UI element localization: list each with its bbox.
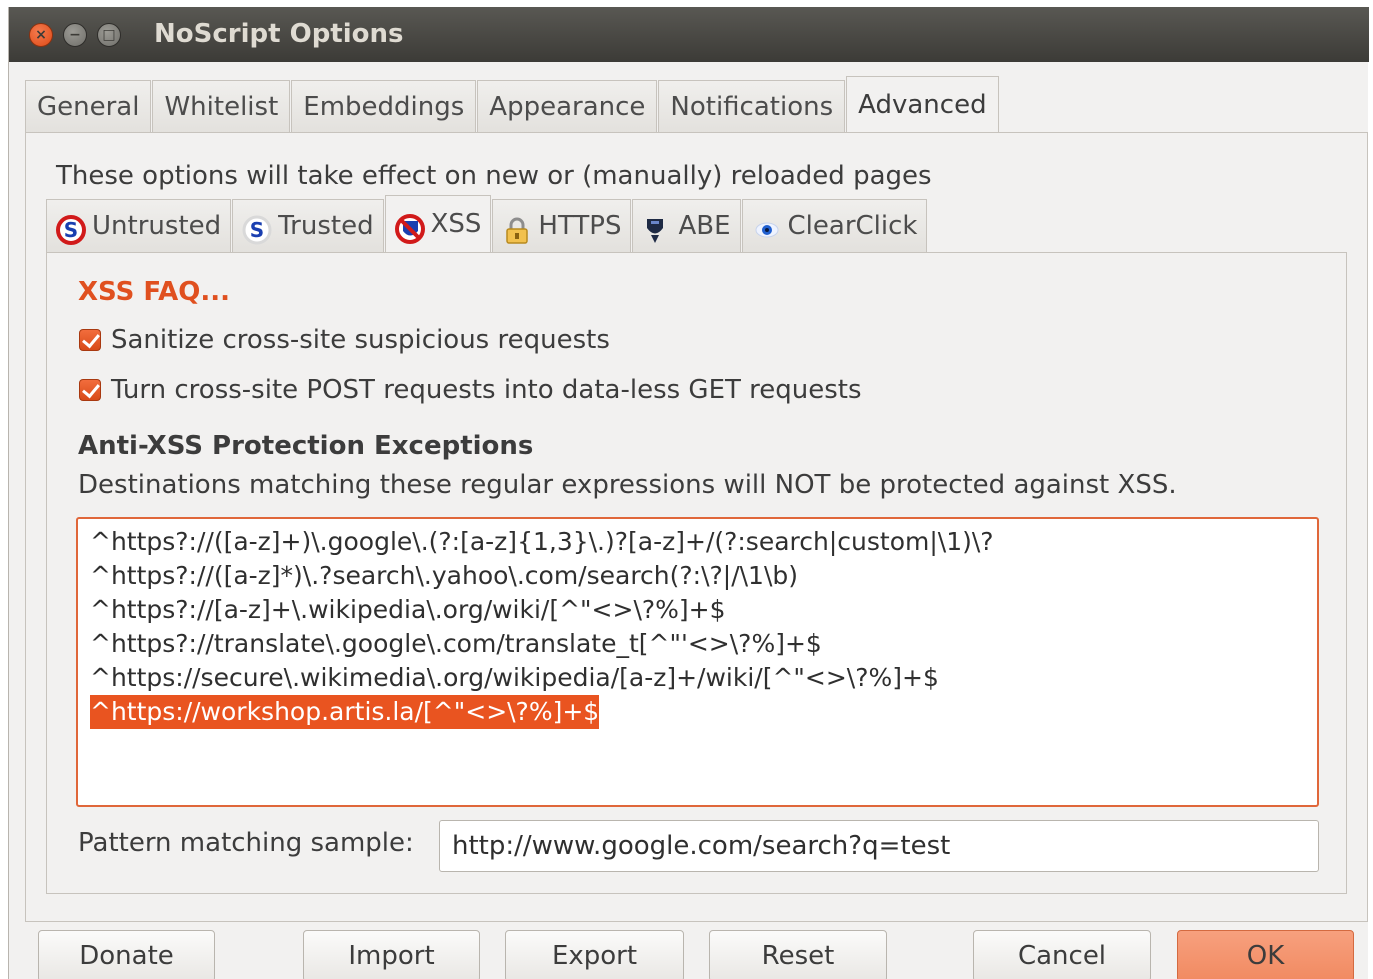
lock-icon (502, 211, 532, 244)
checkbox-label: Sanitize cross-site suspicious requests (111, 325, 610, 355)
main-tab-strip: General Whitelist Embeddings Appearance … (25, 76, 1000, 133)
xss-panel: XSS FAQ... Sanitize cross-site suspiciou… (46, 252, 1347, 894)
abe-icon (642, 211, 672, 243)
subtab-label: XSS (430, 209, 482, 239)
selected-exception-line: ^https://workshop.artis.la/[^"<>\?%]+$ (90, 695, 600, 729)
exception-line: ^https?://([a-z]+)\.google\.(?:[a-z]{1,3… (90, 527, 994, 556)
titlebar: × − □ NoScript Options (9, 7, 1369, 62)
sanitize-requests-checkbox[interactable] (79, 329, 101, 351)
checkbox-label: Turn cross-site POST requests into data-… (111, 375, 862, 405)
advanced-panel: These options will take effect on new or… (25, 132, 1368, 922)
xss-exceptions-textarea[interactable]: ^https?://([a-z]+)\.google\.(?:[a-z]{1,3… (76, 517, 1319, 807)
reset-button[interactable]: Reset (709, 930, 887, 979)
subtab-xss[interactable]: XSS (384, 195, 492, 253)
xss-shield-icon (394, 210, 425, 244)
noscript-red-icon: S (56, 211, 86, 245)
noscript-blue-icon: S (242, 211, 272, 245)
exception-line: ^https?://translate\.google\.com/transla… (90, 629, 822, 658)
advanced-subtab-strip: S Untrusted S Trusted XSS HTTPS ABE Clea… (46, 195, 928, 254)
tab-advanced[interactable]: Advanced (846, 76, 999, 133)
pattern-sample-input[interactable]: http://www.google.com/search?q=test (439, 820, 1319, 872)
post-to-get-checkbox[interactable] (79, 379, 101, 401)
exception-line: ^https?://([a-z]*)\.?search\.yahoo\.com/… (90, 561, 798, 590)
subtab-label: Trusted (278, 210, 374, 241)
sanitize-requests-option[interactable]: Sanitize cross-site suspicious requests (79, 325, 610, 355)
pattern-sample-label: Pattern matching sample: (78, 828, 414, 858)
window-title: NoScript Options (154, 19, 404, 49)
noscript-options-window: × − □ NoScript Options General Whitelist… (8, 7, 1369, 979)
close-icon: × (35, 27, 47, 43)
export-button[interactable]: Export (505, 930, 684, 979)
subtab-label: HTTPS (538, 210, 622, 241)
subtab-https[interactable]: HTTPS (492, 199, 632, 252)
exception-line: ^https?://[a-z]+\.wikipedia\.org/wiki/[^… (90, 595, 726, 624)
exceptions-title: Anti-XSS Protection Exceptions (78, 431, 534, 461)
tab-whitelist[interactable]: Whitelist (152, 80, 291, 133)
post-to-get-option[interactable]: Turn cross-site POST requests into data-… (79, 375, 862, 405)
tab-general[interactable]: General (25, 80, 152, 133)
subtab-label: ClearClick (787, 210, 918, 241)
donate-button[interactable]: Donate (38, 930, 215, 979)
subtab-label: Untrusted (92, 210, 222, 241)
svg-text:S: S (64, 218, 78, 242)
reload-info-text: These options will take effect on new or… (56, 161, 932, 191)
cancel-button[interactable]: Cancel (973, 930, 1151, 979)
tab-appearance[interactable]: Appearance (477, 80, 658, 133)
subtab-untrusted[interactable]: S Untrusted (46, 199, 232, 252)
import-button[interactable]: Import (303, 930, 480, 979)
xss-faq-link[interactable]: XSS FAQ... (78, 277, 230, 307)
exceptions-description: Destinations matching these regular expr… (78, 470, 1177, 500)
exception-line: ^https://secure\.wikimedia\.org/wikipedi… (90, 663, 939, 692)
minimize-window-button[interactable]: − (63, 23, 87, 47)
tab-notifications[interactable]: Notifications (658, 80, 846, 133)
maximize-window-button[interactable]: □ (97, 23, 121, 47)
subtab-abe[interactable]: ABE (632, 199, 741, 252)
svg-text:S: S (250, 218, 264, 242)
subtab-trusted[interactable]: S Trusted (232, 199, 384, 252)
maximize-icon: □ (102, 27, 116, 43)
subtab-clearclick[interactable]: ClearClick (741, 199, 928, 252)
ok-button[interactable]: OK (1177, 930, 1354, 979)
close-window-button[interactable]: × (29, 23, 53, 47)
subtab-label: ABE (678, 210, 731, 241)
minimize-icon: − (69, 27, 81, 43)
clearclick-eye-icon (752, 211, 782, 241)
tab-embeddings[interactable]: Embeddings (291, 80, 477, 133)
